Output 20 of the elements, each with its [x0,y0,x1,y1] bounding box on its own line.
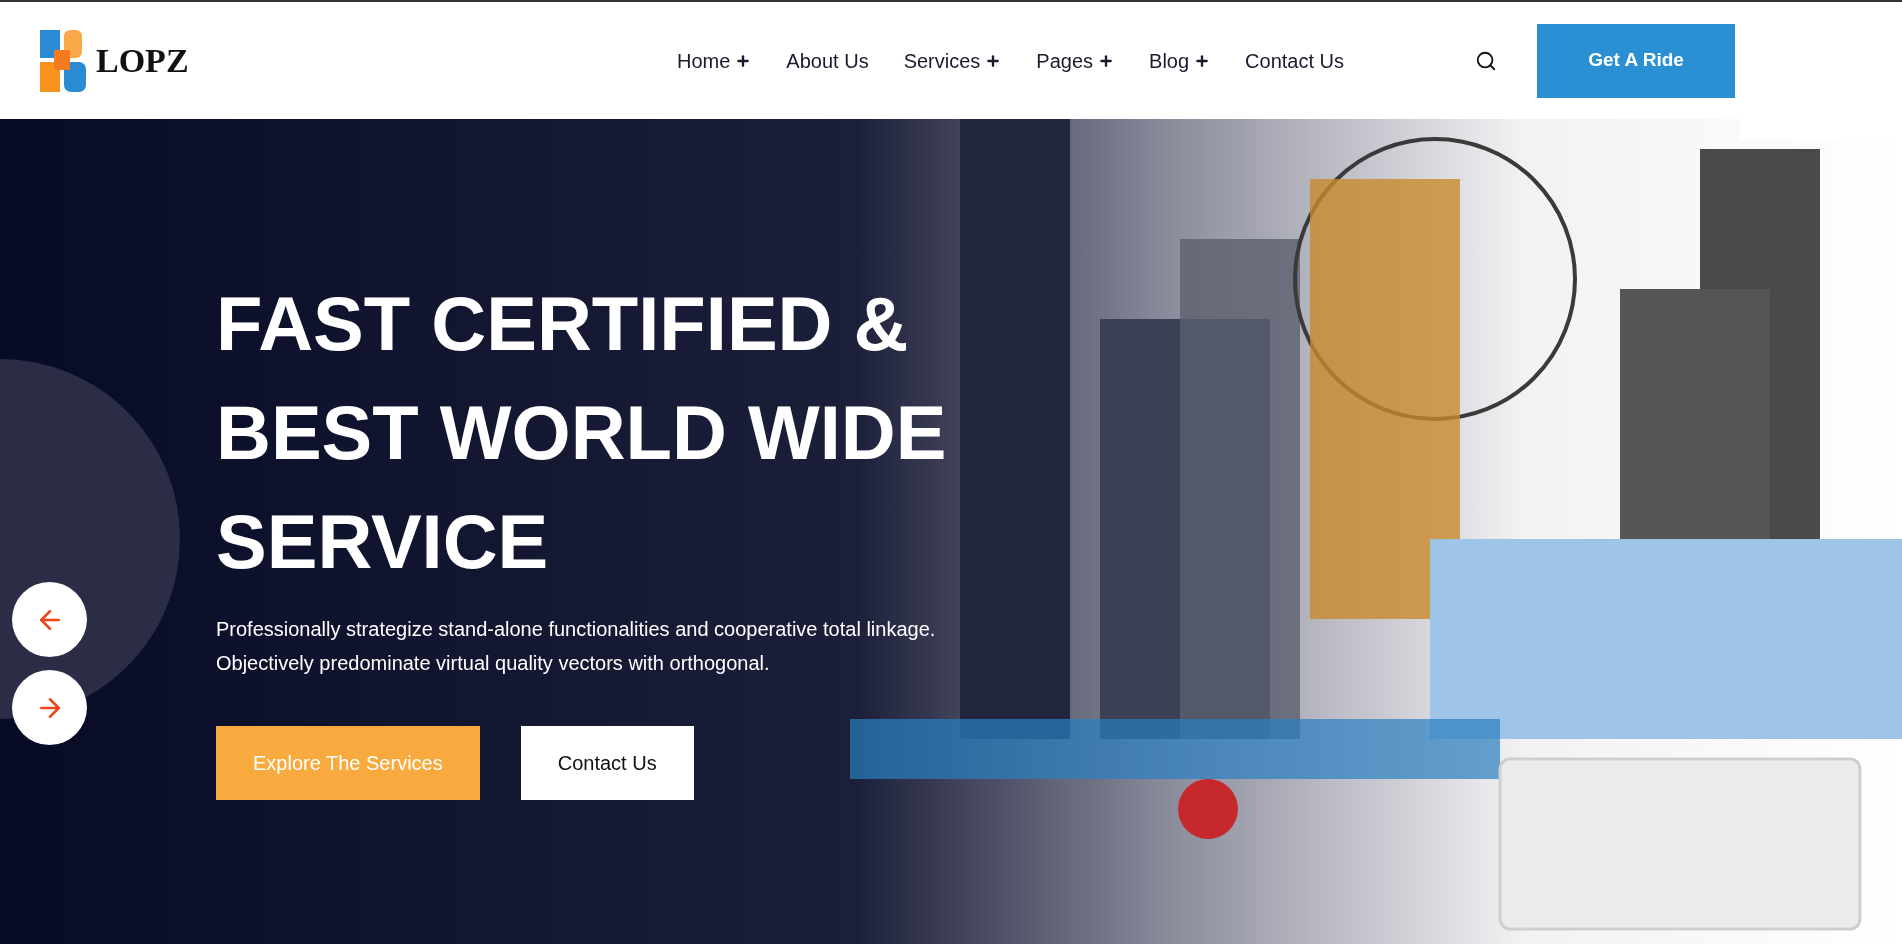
hero-description: Objectively predominate virtual quality vectors with orthogonal. [216,651,771,676]
nav-link[interactable]: Home [677,45,752,76]
logo-icon [40,29,86,92]
hero-description: Professionally strategize stand-alone functionalities and cooperative total linkage. [216,617,937,642]
hero-title-line: SERVICE [216,498,550,586]
hero-title-line: BEST WORLD WIDE [216,389,948,477]
nav-link[interactable]: Blog [1149,45,1211,76]
logo-text: LOPZ [96,41,189,81]
nav-link[interactable]: Contact Us [1245,45,1344,76]
plus-icon [1194,52,1211,69]
search-icon[interactable] [1475,49,1497,72]
nav-link[interactable]: Pages [1036,45,1115,76]
plus-icon [1098,52,1115,69]
nav-link[interactable]: Services [903,45,1002,76]
plus-icon [985,52,1002,69]
contact-button[interactable]: Contact Us [520,726,694,800]
nav-link[interactable]: About Us [786,45,869,76]
plus-icon [735,52,752,69]
hero-title-line: FAST CERTIFIED & [216,280,910,368]
get-a-ride-button[interactable]: Get A Ride [1537,23,1735,98]
